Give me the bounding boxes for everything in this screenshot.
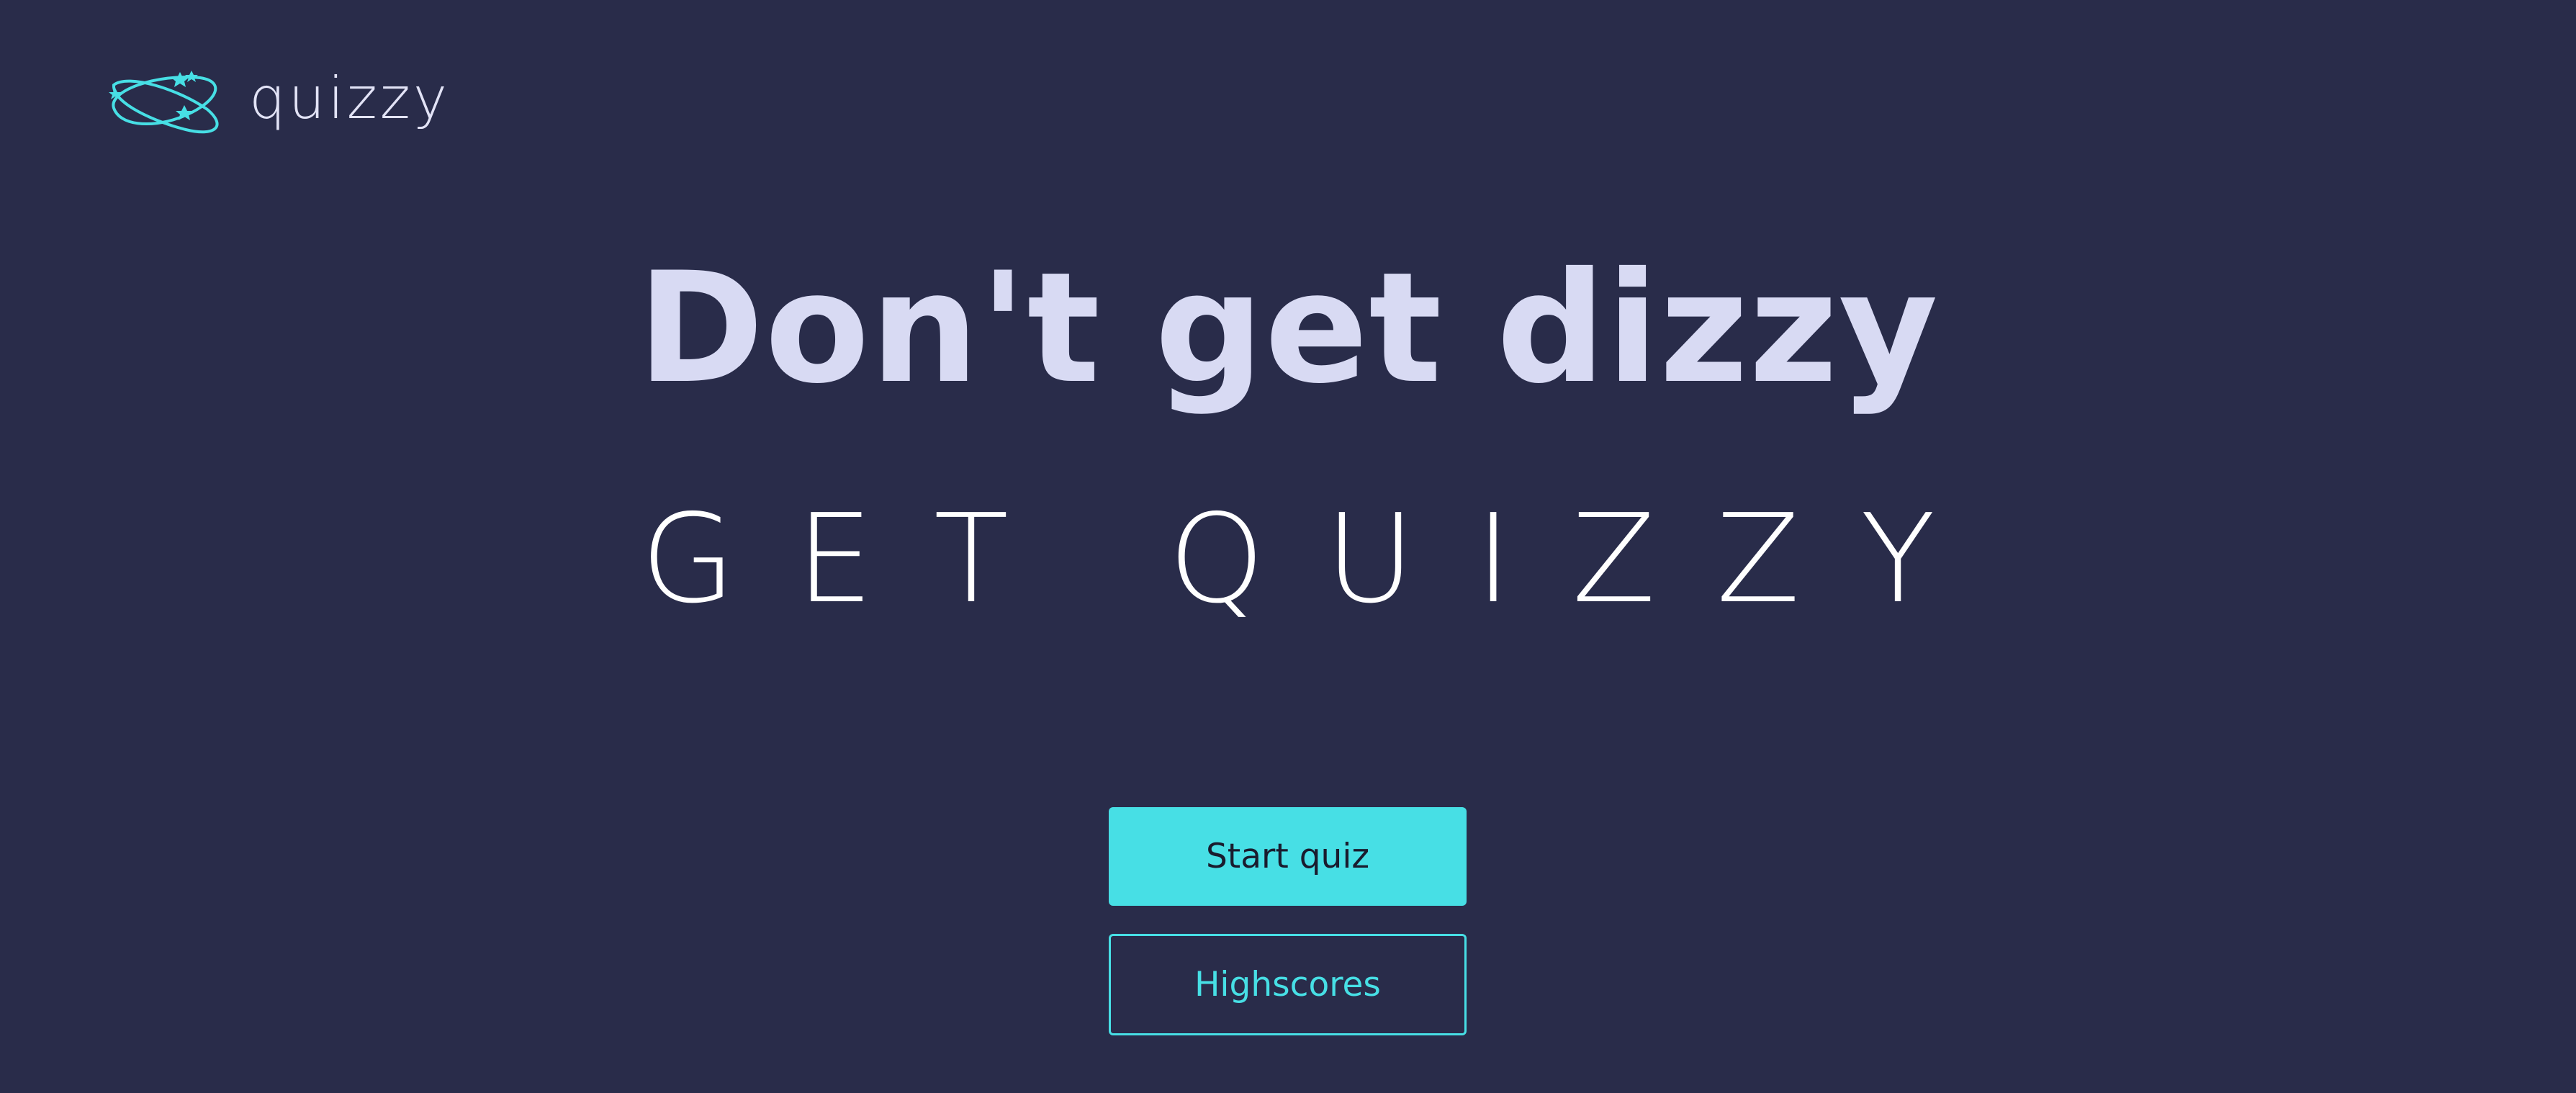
brand-name: quizzy: [249, 65, 451, 132]
brand-logo[interactable]: quizzy: [107, 69, 450, 137]
hero-headline: Don't get dizzy: [637, 239, 1939, 417]
highscores-button[interactable]: Highscores: [1109, 934, 1467, 1035]
hero-subline: GET QUIZZY: [0, 498, 2576, 621]
orbit-stars-icon: [109, 71, 219, 134]
hero-subline-text: GET QUIZZY: [640, 488, 1996, 631]
start-quiz-button[interactable]: Start quiz: [1109, 807, 1467, 906]
